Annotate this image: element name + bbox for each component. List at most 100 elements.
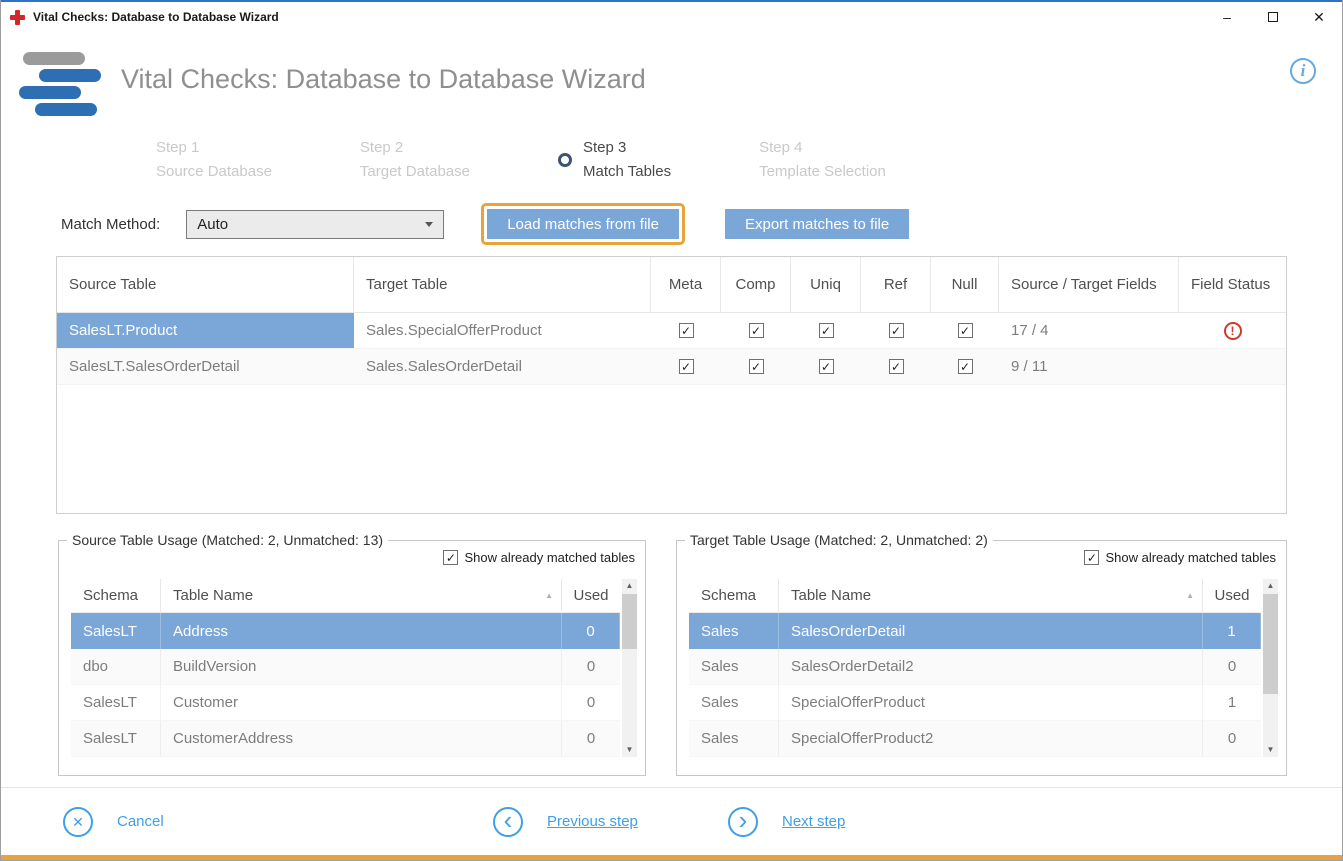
- info-icon[interactable]: i: [1290, 58, 1316, 84]
- used-cell: 1: [1203, 685, 1261, 720]
- minimize-button[interactable]: –: [1204, 2, 1250, 32]
- col-schema[interactable]: Schema: [71, 579, 161, 612]
- source-usage-row[interactable]: SalesLTCustomer0: [71, 685, 620, 721]
- scroll-down-icon[interactable]: ▼: [626, 743, 634, 757]
- col-table-name[interactable]: Table Name ▲: [779, 579, 1203, 612]
- target-usage-box: Target Table Usage (Matched: 2, Unmatche…: [676, 540, 1287, 776]
- target-usage-row[interactable]: SalesSpecialOfferProduct20: [689, 721, 1261, 757]
- col-source-target-fields[interactable]: Source / Target Fields: [999, 257, 1179, 312]
- check-cell-uniq: ✓: [791, 349, 861, 384]
- checkbox-checked-icon[interactable]: ✓: [958, 359, 973, 374]
- checkbox-checked-icon[interactable]: ✓: [1084, 550, 1099, 565]
- error-icon[interactable]: !: [1224, 322, 1242, 340]
- col-field-status[interactable]: Field Status: [1179, 257, 1286, 312]
- footer: ✕ Cancel ‹ Previous step › Next step: [1, 787, 1342, 855]
- toolbar: Match Method: Auto Load matches from fil…: [61, 206, 1342, 242]
- target-usage-row[interactable]: SalesSalesOrderDetail20: [689, 649, 1261, 685]
- checkbox-checked-icon[interactable]: ✓: [679, 359, 694, 374]
- checkbox-checked-icon[interactable]: ✓: [819, 359, 834, 374]
- show-matched-target-label: Show already matched tables: [1105, 550, 1276, 565]
- checkbox-checked-icon[interactable]: ✓: [819, 323, 834, 338]
- fields-count-cell: 9 / 11: [999, 349, 1179, 384]
- col-target-table[interactable]: Target Table: [354, 257, 651, 312]
- source-usage-scrollbar[interactable]: ▲ ▼: [622, 579, 637, 757]
- used-cell: 0: [562, 721, 620, 756]
- checkbox-checked-icon[interactable]: ✓: [443, 550, 458, 565]
- col-used[interactable]: Used: [1203, 579, 1261, 612]
- col-comp[interactable]: Comp: [721, 257, 791, 312]
- window-controls: – ✕: [1204, 2, 1342, 32]
- source-table-cell[interactable]: SalesLT.Product: [57, 313, 354, 348]
- maximize-button[interactable]: [1250, 2, 1296, 32]
- col-ref[interactable]: Ref: [861, 257, 931, 312]
- checkbox-checked-icon[interactable]: ✓: [889, 323, 904, 338]
- target-usage-row[interactable]: SalesSalesOrderDetail1: [689, 613, 1261, 649]
- cancel-label: Cancel: [117, 813, 164, 830]
- schema-cell: dbo: [71, 649, 161, 684]
- match-table-header: Source Table Target Table Meta Comp Uniq…: [57, 257, 1286, 313]
- show-matched-source-label: Show already matched tables: [464, 550, 635, 565]
- col-source-table[interactable]: Source Table: [57, 257, 354, 312]
- col-used[interactable]: Used: [562, 579, 620, 612]
- match-table-body: SalesLT.ProductSales.SpecialOfferProduct…: [57, 313, 1286, 385]
- source-table-cell[interactable]: SalesLT.SalesOrderDetail: [57, 349, 354, 384]
- col-table-name[interactable]: Table Name ▲: [161, 579, 562, 612]
- schema-cell: SalesLT: [71, 685, 161, 720]
- show-matched-target-toggle[interactable]: ✓ Show already matched tables: [1084, 550, 1276, 565]
- col-uniq[interactable]: Uniq: [791, 257, 861, 312]
- checkbox-checked-icon[interactable]: ✓: [749, 323, 764, 338]
- col-schema[interactable]: Schema: [689, 579, 779, 612]
- active-step-icon: [558, 153, 572, 167]
- close-button[interactable]: ✕: [1296, 2, 1342, 32]
- target-table-cell[interactable]: Sales.SpecialOfferProduct: [354, 313, 651, 348]
- match-table-row[interactable]: SalesLT.SalesOrderDetailSales.SalesOrder…: [57, 349, 1286, 385]
- next-step-button[interactable]: › Next step: [728, 807, 845, 837]
- source-usage-box: Source Table Usage (Matched: 2, Unmatche…: [58, 540, 646, 776]
- target-usage-body: SalesSalesOrderDetail1SalesSalesOrderDet…: [689, 613, 1261, 757]
- check-cell-ref: ✓: [861, 349, 931, 384]
- match-table-row[interactable]: SalesLT.ProductSales.SpecialOfferProduct…: [57, 313, 1286, 349]
- table-name-cell: SpecialOfferProduct2: [779, 721, 1203, 756]
- previous-step-button[interactable]: ‹ Previous step: [493, 807, 638, 837]
- check-cell-meta: ✓: [651, 313, 721, 348]
- checkbox-checked-icon[interactable]: ✓: [749, 359, 764, 374]
- bottom-highlight-bar: [1, 855, 1342, 860]
- used-cell: 0: [562, 685, 620, 720]
- cancel-button[interactable]: ✕ Cancel: [63, 807, 164, 837]
- export-matches-button[interactable]: Export matches to file: [725, 209, 909, 239]
- table-name-cell: BuildVersion: [161, 649, 562, 684]
- match-method-value: Auto: [197, 216, 228, 233]
- schema-cell: Sales: [689, 613, 779, 649]
- target-usage-row[interactable]: SalesSpecialOfferProduct1: [689, 685, 1261, 721]
- col-meta[interactable]: Meta: [651, 257, 721, 312]
- scroll-down-icon[interactable]: ▼: [1267, 743, 1275, 757]
- scrollbar-thumb[interactable]: [1263, 594, 1278, 694]
- fields-count-cell: 17 / 4: [999, 313, 1179, 348]
- table-name-cell: SpecialOfferProduct: [779, 685, 1203, 720]
- step-2: Step 2Target Database: [360, 136, 470, 184]
- target-usage-scrollbar[interactable]: ▲ ▼: [1263, 579, 1278, 757]
- show-matched-source-toggle[interactable]: ✓ Show already matched tables: [443, 550, 635, 565]
- scroll-up-icon[interactable]: ▲: [626, 579, 634, 593]
- checkbox-checked-icon[interactable]: ✓: [679, 323, 694, 338]
- field-status-cell: !: [1179, 313, 1286, 348]
- highlight-annotation: Load matches from file: [481, 203, 685, 245]
- source-usage-row[interactable]: dboBuildVersion0: [71, 649, 620, 685]
- maximize-icon: [1268, 12, 1278, 22]
- scroll-up-icon[interactable]: ▲: [1267, 579, 1275, 593]
- load-matches-button[interactable]: Load matches from file: [487, 209, 679, 239]
- target-usage-header: Schema Table Name ▲ Used: [689, 579, 1261, 613]
- app-logo-icon: [13, 52, 108, 132]
- match-method-dropdown[interactable]: Auto: [186, 210, 444, 239]
- scrollbar-thumb[interactable]: [622, 594, 637, 649]
- match-method-label: Match Method:: [61, 216, 160, 233]
- checkbox-checked-icon[interactable]: ✓: [889, 359, 904, 374]
- target-table-cell[interactable]: Sales.SalesOrderDetail: [354, 349, 651, 384]
- source-usage-row[interactable]: SalesLTAddress0: [71, 613, 620, 649]
- target-usage-table: Schema Table Name ▲ Used SalesSalesOrder…: [689, 579, 1278, 757]
- col-null[interactable]: Null: [931, 257, 999, 312]
- source-usage-row[interactable]: SalesLTCustomerAddress0: [71, 721, 620, 757]
- checkbox-checked-icon[interactable]: ✓: [958, 323, 973, 338]
- titlebar[interactable]: Vital Checks: Database to Database Wizar…: [1, 2, 1342, 32]
- sort-asc-icon: ▲: [545, 591, 561, 600]
